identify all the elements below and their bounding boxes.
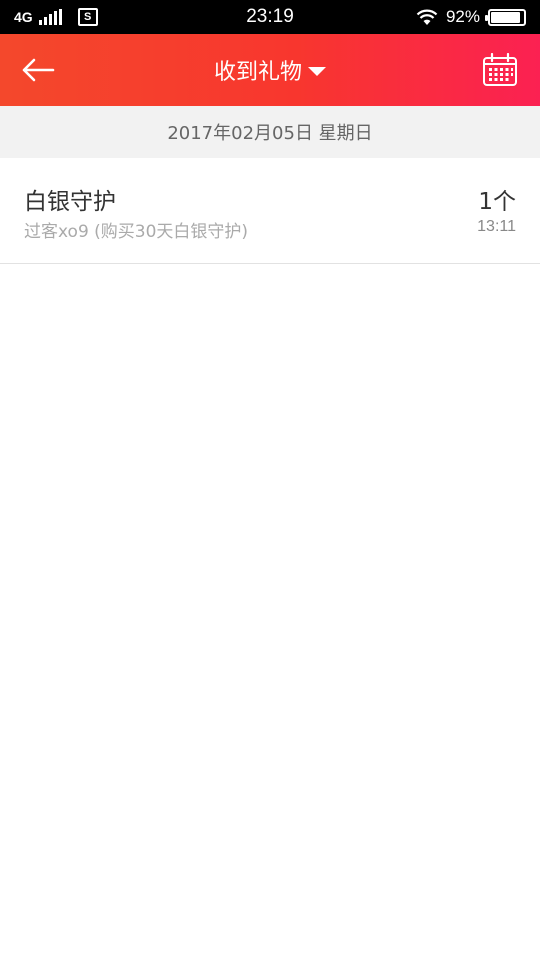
caret-down-icon — [308, 66, 326, 76]
page-title: 收到礼物 — [213, 60, 302, 85]
calendar-icon — [483, 53, 517, 86]
date-header: 2017年02月05日 星期日 — [0, 106, 540, 158]
top-app-bar: 收到礼物 — [0, 34, 540, 106]
gift-sender-info: 过客xo9 (购买30天白银守护) — [24, 222, 249, 242]
gift-count: 1个 — [478, 189, 516, 215]
calendar-button[interactable] — [480, 50, 520, 90]
battery-fill — [491, 11, 521, 23]
status-bar: 4G S 23:19 92% — [0, 0, 540, 34]
title-dropdown[interactable]: 收到礼物 — [0, 34, 540, 106]
status-right: 92% — [416, 0, 526, 34]
wifi-icon — [416, 9, 438, 25]
gift-name: 白银守护 — [24, 189, 116, 215]
battery-icon — [485, 8, 526, 26]
gift-time: 13:11 — [477, 218, 516, 235]
date-label: 2017年02月05日 星期日 — [167, 123, 373, 144]
battery-percent: 92% — [445, 7, 480, 26]
gift-list-item[interactable]: 白银守护 过客xo9 (购买30天白银守护) 1个 13:11 — [0, 158, 540, 264]
